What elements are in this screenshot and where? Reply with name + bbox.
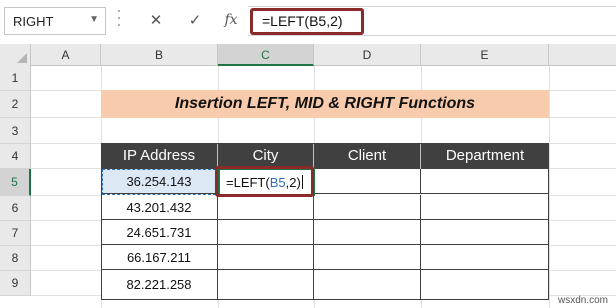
table-header-ip-address[interactable]: IP Address <box>101 143 218 169</box>
row-header-6[interactable]: 6 <box>0 196 31 221</box>
gridline <box>549 66 550 308</box>
cell-d8[interactable] <box>314 245 421 270</box>
cell-b6[interactable]: 43.201.432 <box>101 195 218 220</box>
cell-e8[interactable] <box>421 245 549 270</box>
cell-e6[interactable] <box>421 195 549 220</box>
cell-b7[interactable]: 24.651.731 <box>101 220 218 245</box>
column-header-d[interactable]: D <box>314 44 421 66</box>
name-box[interactable]: RIGHT ▼ <box>4 7 106 35</box>
insert-function-icon[interactable]: fx <box>222 12 240 32</box>
cell-e7[interactable] <box>421 220 549 245</box>
row-header-9[interactable]: 9 <box>0 271 31 296</box>
row-header-3[interactable]: 3 <box>0 118 31 144</box>
cell-highlight-box <box>215 166 314 197</box>
cell-d9[interactable] <box>314 270 421 300</box>
drag-handle-icon[interactable] <box>117 10 121 32</box>
cell-c6[interactable] <box>218 195 314 220</box>
row-header-1[interactable]: 1 <box>0 66 31 91</box>
enter-icon[interactable]: ✓ <box>186 11 204 31</box>
name-box-value: RIGHT <box>13 14 54 29</box>
formula-highlight-box <box>250 8 364 35</box>
cell-d6[interactable] <box>314 195 421 220</box>
formula-bar: RIGHT ▼ ✕ ✓ fx =LEFT(B5,2) <box>0 0 616 44</box>
chevron-down-icon[interactable]: ▼ <box>89 14 99 25</box>
table-header-client[interactable]: Client <box>314 143 421 169</box>
row-header-2[interactable]: 2 <box>0 91 31 118</box>
column-header-c[interactable]: C <box>218 44 314 66</box>
column-header-f[interactable] <box>549 44 616 66</box>
select-all-button[interactable] <box>0 44 31 66</box>
cell-b8[interactable]: 66.167.211 <box>101 245 218 270</box>
column-header-e[interactable]: E <box>421 44 549 66</box>
sheet-title[interactable]: Insertion LEFT, MID & RIGHT Functions <box>101 90 549 118</box>
cell-d5[interactable] <box>314 169 421 194</box>
cell-c7[interactable] <box>218 220 314 245</box>
column-header-b[interactable]: B <box>101 44 218 66</box>
column-header-a[interactable]: A <box>31 44 101 66</box>
table-header-department[interactable]: Department <box>421 143 549 169</box>
row-header-8[interactable]: 8 <box>0 246 31 271</box>
cell-c8[interactable] <box>218 245 314 270</box>
cell-e9[interactable] <box>421 270 549 300</box>
formula-reference-marker <box>102 169 216 195</box>
row-header-4[interactable]: 4 <box>0 144 31 169</box>
cell-b9[interactable]: 82.221.258 <box>101 270 218 300</box>
watermark: wsxdn.com <box>557 295 608 306</box>
cell-e5[interactable] <box>421 169 549 194</box>
row-header-7[interactable]: 7 <box>0 221 31 246</box>
cell-d7[interactable] <box>314 220 421 245</box>
row-header-5[interactable]: 5 <box>0 169 31 196</box>
cancel-icon[interactable]: ✕ <box>147 11 165 31</box>
select-all-icon <box>17 53 27 63</box>
cell-c9[interactable] <box>218 270 314 300</box>
